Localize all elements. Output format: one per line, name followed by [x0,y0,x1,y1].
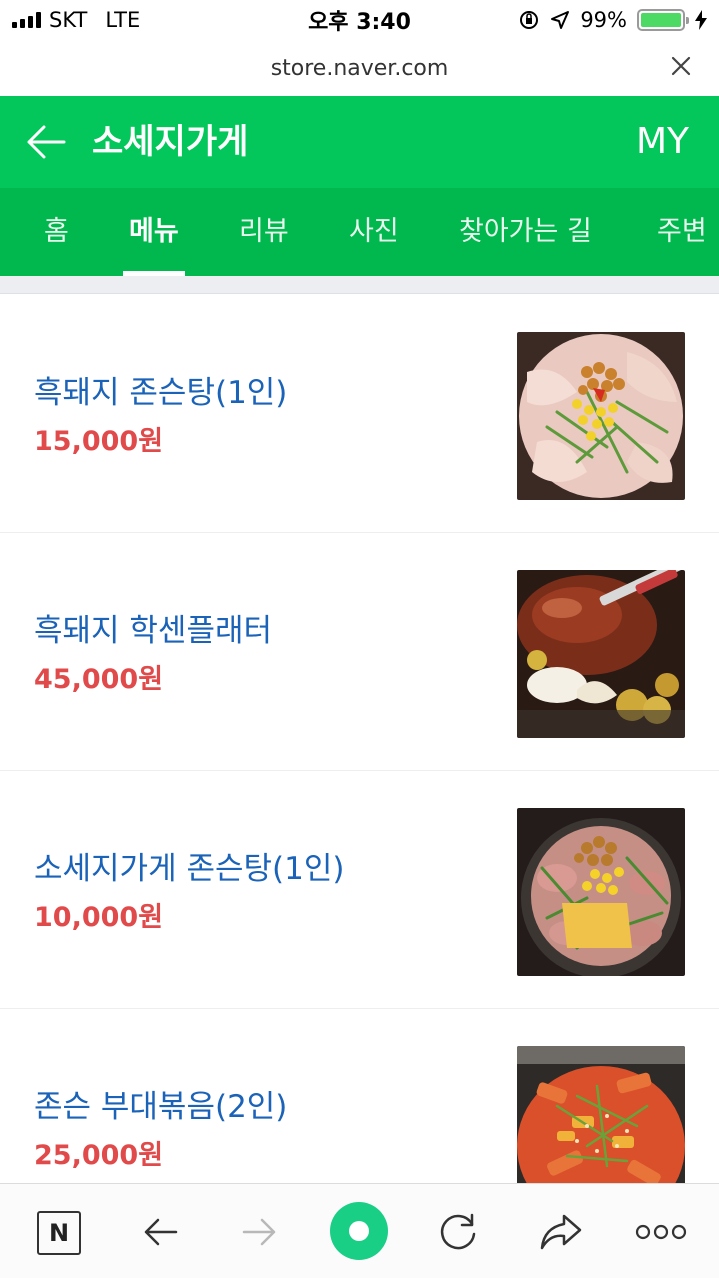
store-title: 소세지가게 [92,122,249,162]
tab-directions[interactable]: 찾아가는 길 [459,188,592,276]
orientation-lock-icon [520,11,539,29]
menu-item-price: 45,000원 [34,664,164,695]
menu-item-name[interactable]: 존슨 부대볶음(2인) [34,1081,287,1126]
menu-item-price: 10,000원 [34,902,164,933]
stew-photo [517,332,685,500]
my-button[interactable]: MY [636,96,689,188]
forward-icon[interactable] [234,1206,286,1258]
app-header: 소세지가게 MY [0,96,719,188]
back-icon[interactable] [134,1206,186,1258]
menu-item-name[interactable]: 흑돼지 학센플래터 [34,605,272,650]
url-bar[interactable]: store.naver.com [0,40,719,96]
menu-list: 흑돼지 존슨탕(1인) 15,000원 흑돼지 학센플래터 45,000원 소세… [0,295,719,1247]
share-icon[interactable] [534,1206,586,1258]
menu-item-name[interactable]: 흑돼지 존슨탕(1인) [34,367,287,412]
back-arrow-icon[interactable] [24,120,68,164]
more-icon[interactable] [634,1206,688,1258]
reload-icon[interactable] [432,1206,484,1258]
battery-icon [637,9,689,31]
battery-percent: 99% [580,8,627,32]
menu-item-photo[interactable] [517,570,685,738]
menu-item-photo[interactable] [517,332,685,500]
charging-icon [695,10,707,30]
tab-photos[interactable]: 사진 [349,188,399,276]
carrier-label: SKT [49,8,88,32]
bottom-toolbar: N [0,1183,719,1278]
stew-photo [517,808,685,976]
status-bar: SKT LTE 오후 3:40 99% [0,0,719,40]
menu-item-name[interactable]: 소세지가게 존슨탕(1인) [34,843,344,888]
battery-fill [641,13,681,27]
url-text[interactable]: store.naver.com [271,56,449,81]
green-dot-inner [349,1221,369,1241]
menu-item-price: 15,000원 [34,426,164,457]
close-icon[interactable] [667,52,695,80]
status-right: 99% [518,8,707,32]
status-left: SKT LTE [12,8,140,32]
menu-item-photo[interactable] [517,808,685,976]
tab-reviews[interactable]: 리뷰 [239,188,289,276]
tab-home[interactable]: 홈 [44,188,69,276]
tab-nearby[interactable]: 주변 [657,188,707,276]
menu-item[interactable]: 흑돼지 학센플래터 45,000원 [0,533,719,771]
green-dot-button[interactable] [330,1202,388,1260]
tab-bar: 홈 메뉴 리뷰 사진 찾아가는 길 주변 [0,188,719,276]
network-label: LTE [105,8,141,32]
roast-pork-photo [517,570,685,738]
tab-menu[interactable]: 메뉴 [123,188,185,276]
naver-home-icon[interactable]: N [37,1211,81,1255]
menu-item[interactable]: 흑돼지 존슨탕(1인) 15,000원 [0,295,719,533]
section-divider [0,276,719,294]
menu-item-price: 25,000원 [34,1140,164,1171]
menu-item[interactable]: 소세지가게 존슨탕(1인) 10,000원 [0,771,719,1009]
location-icon [551,11,570,29]
signal-icon [12,12,41,28]
